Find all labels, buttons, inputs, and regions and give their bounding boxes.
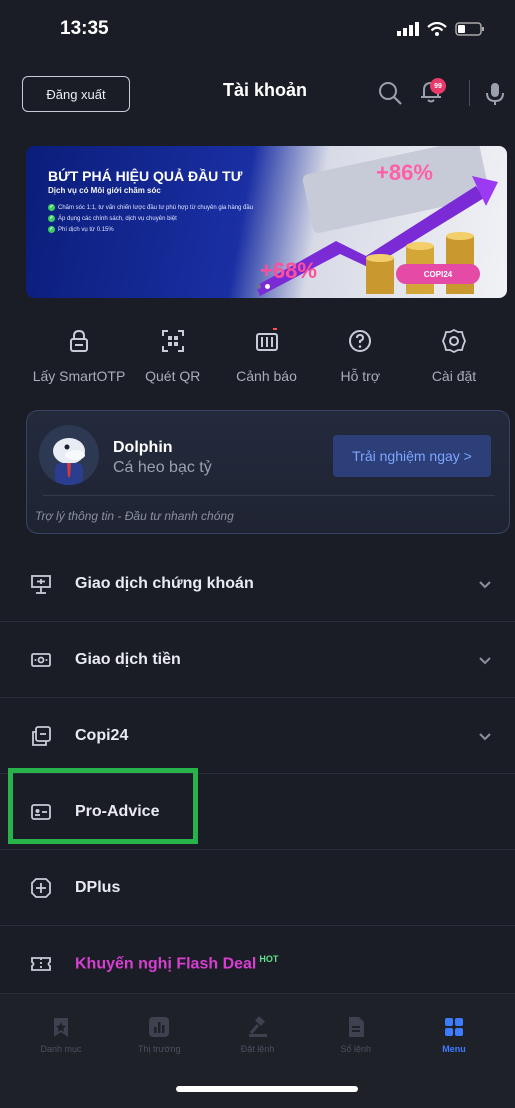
carousel-dot[interactable]	[256, 284, 261, 289]
quick-actions: Lấy SmartOTP Quét QR Cảnh báo Hỗ trợ Cài…	[0, 328, 515, 398]
menu-item-flash-deal[interactable]: Khuyến nghị Flash Deal HOT	[0, 926, 515, 1002]
id-card-icon	[31, 803, 51, 820]
carousel-dots[interactable]	[256, 284, 270, 289]
signal-icon	[397, 22, 419, 36]
nav-tab-order-book[interactable]: Sổ lệnh	[315, 994, 397, 1073]
banner-bullets: Chăm sóc 1:1, tư vấn chiến lược đầu tư p…	[48, 204, 253, 237]
menu-item-label: Giao dịch chứng khoán	[75, 574, 254, 592]
dolphin-assistant-card[interactable]: Dolphin Cá heo bạc tỷ Trải nghiệm ngay >…	[26, 410, 510, 534]
try-now-button[interactable]: Trải nghiệm ngay >	[333, 435, 491, 477]
menu-item-cash-transactions[interactable]: Giao dịch tiền	[0, 622, 515, 698]
banner-title: BỨT PHÁ HIỆU QUẢ ĐẦU TƯ	[48, 168, 243, 184]
menu-item-stock-trading[interactable]: Giao dịch chứng khoán	[0, 546, 515, 622]
menu-item-label: DPlus	[75, 878, 121, 896]
banner-percent-top: +86%	[376, 160, 433, 185]
carousel-dot-active[interactable]	[265, 284, 270, 289]
copy-icon	[32, 725, 51, 746]
nav-label: Thị trường	[138, 1044, 181, 1054]
search-icon[interactable]	[375, 78, 405, 108]
dolphin-mascot-icon	[53, 438, 85, 485]
nav-label: Danh mục	[40, 1044, 82, 1054]
flash-deal-label: Khuyến nghị Flash Deal	[75, 955, 257, 973]
help-icon	[349, 330, 372, 352]
page-title: Tài khoản	[222, 80, 307, 100]
quick-action-label: Quét QR	[145, 368, 201, 384]
banner-bullet: Chăm sóc 1:1, tư vấn chiến lược đầu tư p…	[48, 204, 253, 211]
wifi-icon	[427, 22, 447, 36]
nav-tab-place-order[interactable]: Đặt lệnh	[217, 994, 299, 1073]
nav-tab-portfolio[interactable]: Danh mục	[20, 994, 102, 1073]
market-chart-icon	[149, 1017, 170, 1037]
chevron-down-icon	[479, 656, 491, 664]
menu-item-label: Pro-Advice	[75, 802, 160, 820]
bookmark-icon	[54, 1018, 68, 1037]
quick-action-settings[interactable]: Cài đặt	[409, 328, 499, 398]
app-header: Đăng xuất Tài khoản 99	[0, 68, 515, 120]
menu-item-label: Copi24	[75, 726, 129, 744]
banner-bullet: Phí dịch vụ từ 0.15%	[48, 226, 253, 233]
notification-button[interactable]: 99	[416, 76, 450, 110]
order-book-icon	[348, 1017, 364, 1037]
logout-button[interactable]: Đăng xuất	[22, 76, 130, 112]
quick-action-smartotp[interactable]: Lấy SmartOTP	[32, 328, 126, 398]
presentation-icon	[31, 574, 51, 594]
banner-subtitle: Dịch vụ có Môi giới chăm sóc	[48, 186, 161, 195]
notification-badge: 99	[430, 78, 446, 94]
quick-action-label: Hỗ trợ	[340, 368, 381, 384]
header-divider	[469, 80, 470, 106]
menu-item-label: Giao dịch tiền	[75, 650, 181, 668]
status-icons	[397, 22, 485, 36]
ticket-icon	[31, 957, 51, 971]
card-divider	[43, 495, 495, 496]
nav-tab-menu[interactable]: Menu	[413, 994, 495, 1073]
status-bar: 13:35	[0, 0, 515, 58]
clock: 13:35	[60, 18, 109, 39]
quick-action-help[interactable]: Hỗ trợ	[315, 328, 405, 398]
quick-action-label: Cài đặt	[431, 368, 477, 384]
banner-percent-bottom: +68%	[260, 258, 317, 283]
nav-label: Menu	[442, 1044, 466, 1054]
dolphin-avatar	[39, 425, 99, 485]
lock-icon	[70, 329, 88, 352]
gavel-icon	[248, 1016, 267, 1037]
home-indicator[interactable]	[176, 1086, 358, 1092]
microphone-icon[interactable]	[480, 78, 510, 108]
menu-item-pro-advice[interactable]: Pro-Advice	[0, 774, 515, 850]
hot-badge: HOT	[259, 954, 279, 965]
alert-calendar-icon	[255, 328, 278, 351]
banner-tag: COPI24	[396, 264, 480, 284]
menu-item-copi24[interactable]: Copi24	[0, 698, 515, 774]
menu-list: Giao dịch chứng khoán Giao dịch tiền Cop…	[0, 546, 515, 1002]
chevron-down-icon	[479, 580, 491, 588]
dolphin-name: Dolphin	[113, 439, 173, 456]
banner-bullet: Áp dụng các chính sách, dịch vụ chuyên b…	[48, 215, 253, 222]
cash-icon	[31, 652, 51, 667]
quick-action-qr[interactable]: Quét QR	[128, 328, 218, 398]
quick-action-label: Cảnh báo	[236, 368, 297, 384]
menu-item-label: Khuyến nghị Flash Deal HOT	[75, 954, 278, 973]
promo-banner[interactable]: BỨT PHÁ HIỆU QUẢ ĐẦU TƯ Dịch vụ có Môi g…	[26, 146, 507, 298]
qr-scan-icon	[161, 330, 184, 352]
card-footer-text: Trợ lý thông tin - Đầu tư nhanh chóng	[35, 509, 234, 523]
battery-icon	[455, 22, 484, 36]
quick-action-label: Lấy SmartOTP	[32, 368, 126, 384]
grid-menu-icon	[445, 1018, 463, 1036]
chevron-down-icon	[479, 732, 491, 740]
menu-item-dplus[interactable]: DPlus	[0, 850, 515, 926]
dolphin-subtitle: Cá heo bạc tỷ	[113, 459, 212, 476]
quick-action-alert[interactable]: Cảnh báo	[222, 328, 312, 398]
nav-label: Sổ lệnh	[340, 1044, 372, 1054]
nav-tab-market[interactable]: Thị trường	[118, 994, 200, 1073]
gear-icon	[442, 328, 466, 354]
nav-label: Đặt lệnh	[240, 1044, 275, 1054]
bottom-navigation: Danh mục Thị trường Đặt lệnh Sổ lệnh Men…	[0, 993, 515, 1073]
dplus-icon	[31, 877, 51, 898]
